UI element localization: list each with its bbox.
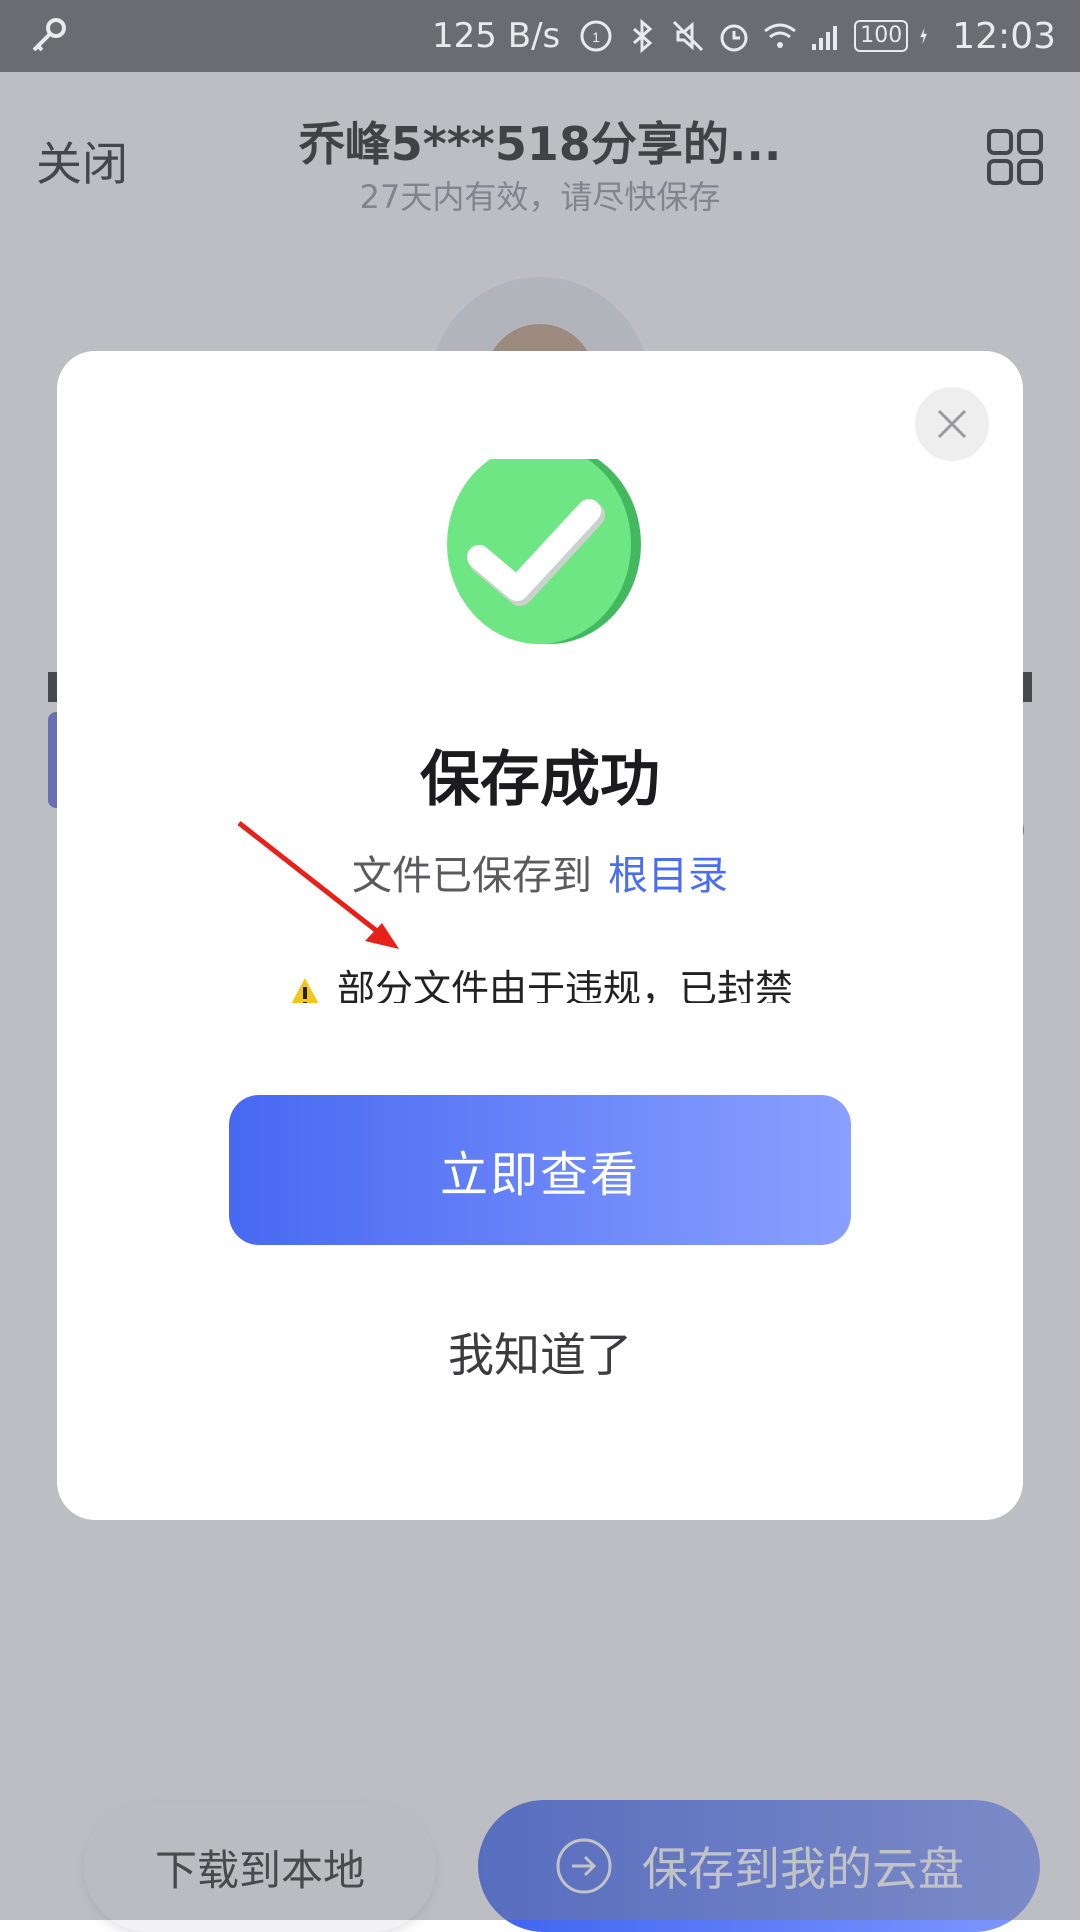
bluetooth-icon [633,18,653,54]
clock: 12:03 [952,15,1056,57]
view-now-label: 立即查看 [439,1147,640,1203]
view-now-button[interactable]: 立即查看 [229,1095,851,1245]
warning-icon [291,978,319,1003]
save-success-dialog: 保存成功 文件已保存到 根目录 部分文件由于违规，已封禁 立即查看 我知道了 [57,351,1023,1520]
signal-4g-icon [812,26,838,50]
key-icon [32,18,66,52]
data-saver-icon: 1 [580,20,612,52]
close-icon [937,409,967,439]
svg-text:1: 1 [592,29,600,45]
battery-icon: 100 [854,20,909,52]
dialog-close-button[interactable] [915,387,989,461]
alarm-icon [720,24,748,52]
status-bar: 125 B/s 1 100 12:03 [0,0,1080,72]
violation-warning: 部分文件由于违规，已封禁 [57,961,1023,1003]
root-folder-link[interactable]: 根目录 [608,853,728,899]
mute-icon [673,20,704,52]
warning-text: 部分文件由于违规，已封禁 [336,967,793,1003]
charging-icon [920,27,928,45]
got-it-button[interactable]: 我知道了 [57,1319,1023,1385]
success-check-icon [447,459,641,644]
wifi-icon [764,23,797,48]
network-speed: 125 B/s [432,16,561,56]
